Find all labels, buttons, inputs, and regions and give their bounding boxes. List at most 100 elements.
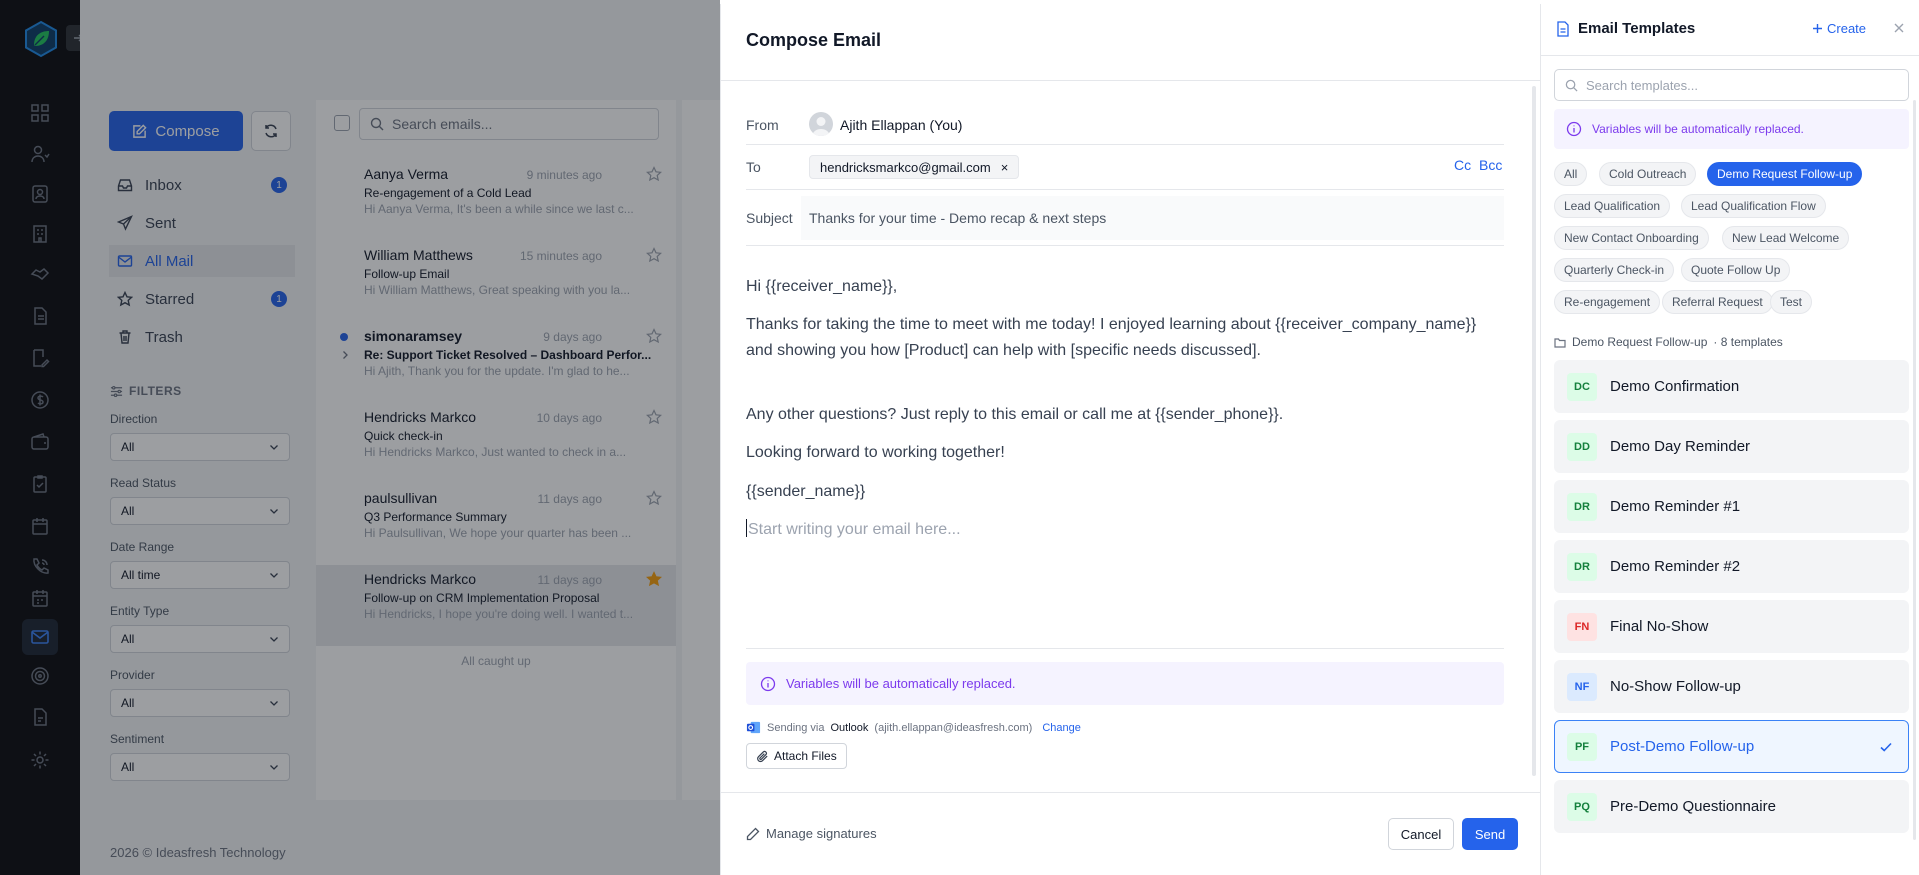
template-initials-badge: DR <box>1567 553 1597 581</box>
cc-button[interactable]: Cc <box>1454 157 1471 173</box>
category-chip-referral-request[interactable]: Referral Request <box>1662 290 1773 314</box>
info-icon <box>1566 121 1582 137</box>
folder-icon <box>1554 337 1566 348</box>
category-chip-quarterly-check-in[interactable]: Quarterly Check-in <box>1554 258 1675 282</box>
breadcrumb-category: Demo Request Follow-up <box>1572 335 1708 349</box>
divider <box>746 245 1504 246</box>
attach-files-label: Attach Files <box>774 749 837 763</box>
pen-icon <box>746 827 760 841</box>
category-chip-new-contact-onboarding[interactable]: New Contact Onboarding <box>1554 226 1709 250</box>
variables-notice-text: Variables will be automatically replaced… <box>786 676 1016 691</box>
template-initials-badge: FN <box>1567 613 1597 641</box>
category-chip-cold-outreach[interactable]: Cold Outreach <box>1599 162 1697 186</box>
cancel-button[interactable]: Cancel <box>1388 818 1454 850</box>
template-card[interactable]: DD Demo Day Reminder <box>1554 420 1909 473</box>
close-icon[interactable] <box>1891 20 1907 36</box>
paperclip-icon <box>756 750 769 763</box>
templates-title-text: Email Templates <box>1578 20 1696 37</box>
category-chip-quote-follow-up[interactable]: Quote Follow Up <box>1681 258 1791 282</box>
outlook-icon <box>746 720 761 735</box>
document-icon <box>1556 20 1570 37</box>
category-chip-lead-qualification-flow[interactable]: Lead Qualification Flow <box>1681 194 1826 218</box>
category-chip-all[interactable]: All <box>1554 162 1588 186</box>
create-template-button[interactable]: Create <box>1812 21 1866 36</box>
to-label: To <box>746 159 761 175</box>
template-card[interactable]: NF No-Show Follow-up <box>1554 660 1909 713</box>
divider <box>746 144 1504 145</box>
breadcrumb-count: · 8 templates <box>1713 335 1783 349</box>
category-chip-lead-qualification[interactable]: Lead Qualification <box>1554 194 1671 218</box>
template-card-selected[interactable]: PF Post-Demo Follow-up <box>1554 720 1909 773</box>
send-button[interactable]: Send <box>1462 818 1518 850</box>
change-sender-link[interactable]: Change <box>1042 722 1081 734</box>
subject-label: Subject <box>746 210 793 226</box>
body-paragraph: Any other questions? Just reply to this … <box>746 406 1284 423</box>
template-variables-text: Variables will be automatically replaced… <box>1592 122 1804 136</box>
category-chip-test[interactable]: Test <box>1770 290 1813 314</box>
subject-input[interactable]: Thanks for your time - Demo recap & next… <box>801 196 1504 240</box>
template-name: Demo Confirmation <box>1610 378 1740 395</box>
templates-panel-title: Email Templates <box>1556 20 1695 37</box>
variables-notice: Variables will be automatically replaced… <box>746 662 1504 705</box>
scrollbar[interactable] <box>1913 100 1916 840</box>
email-templates-panel: Email Templates Create Search templates.… <box>1540 4 1919 875</box>
template-card[interactable]: DC Demo Confirmation <box>1554 360 1909 413</box>
template-initials-badge: PQ <box>1567 793 1597 821</box>
checkmark-icon <box>1878 739 1894 755</box>
divider <box>746 648 1504 649</box>
template-initials-badge: DD <box>1567 433 1597 461</box>
template-name: No-Show Follow-up <box>1610 678 1741 695</box>
template-initials-badge: DC <box>1567 373 1597 401</box>
from-label: From <box>746 117 779 133</box>
body-paragraph: Thanks for taking the time to meet with … <box>746 316 1477 359</box>
category-chip-new-lead-welcome[interactable]: New Lead Welcome <box>1722 226 1850 250</box>
divider <box>721 80 1541 81</box>
template-search-placeholder: Search templates... <box>1586 77 1698 93</box>
template-name: Pre-Demo Questionnaire <box>1610 798 1776 815</box>
search-icon <box>1565 79 1578 92</box>
body-paragraph: Looking forward to working together! <box>746 444 1005 461</box>
recipient-email: hendricksmarkco@gmail.com <box>820 159 991 175</box>
bcc-button[interactable]: Bcc <box>1479 157 1502 173</box>
template-card[interactable]: DR Demo Reminder #1 <box>1554 480 1909 533</box>
sending-prefix: Sending via <box>767 721 825 734</box>
template-name: Final No-Show <box>1610 618 1709 635</box>
template-name: Demo Reminder #1 <box>1610 498 1741 515</box>
body-paragraph: Hi {{receiver_name}}, <box>746 278 898 295</box>
modal-backdrop[interactable] <box>0 0 720 875</box>
remove-recipient-icon[interactable]: × <box>1001 160 1009 175</box>
sending-provider: Outlook <box>830 721 869 734</box>
body-placeholder: Start writing your email here... <box>748 521 961 538</box>
divider <box>721 792 1541 793</box>
category-chip-re-engagement[interactable]: Re-engagement <box>1554 290 1661 314</box>
scrollbar[interactable] <box>1532 86 1536 776</box>
sending-via-info: Sending via Outlook (ajith.ellappan@idea… <box>746 720 1081 735</box>
manage-signatures-label: Manage signatures <box>766 826 877 841</box>
attach-files-button[interactable]: Attach Files <box>746 743 847 769</box>
divider <box>746 189 1504 190</box>
manage-signatures-link[interactable]: Manage signatures <box>746 826 877 841</box>
avatar <box>809 112 833 136</box>
template-name: Post-Demo Follow-up <box>1610 738 1755 755</box>
template-initials-badge: NF <box>1567 673 1597 701</box>
recipient-chip: hendricksmarkco@gmail.com × <box>809 155 1020 179</box>
text-caret <box>746 519 747 537</box>
body-paragraph: {{sender_name}} <box>746 483 866 500</box>
category-chip-demo-request-follow-up[interactable]: Demo Request Follow-up <box>1707 162 1863 186</box>
compose-email-modal: Compose Email From Ajith Ellappan (You) … <box>720 4 1541 875</box>
template-name: Demo Day Reminder <box>1610 438 1751 455</box>
subject-value: Thanks for your time - Demo recap & next… <box>809 210 1107 226</box>
template-card[interactable]: FN Final No-Show <box>1554 600 1909 653</box>
template-card[interactable]: DR Demo Reminder #2 <box>1554 540 1909 593</box>
from-sender[interactable]: Ajith Ellappan (You) <box>840 117 962 133</box>
template-initials-badge: PF <box>1567 733 1597 761</box>
template-variables-notice: Variables will be automatically replaced… <box>1554 109 1909 149</box>
template-initials-badge: DR <box>1567 493 1597 521</box>
template-card[interactable]: PQ Pre-Demo Questionnaire <box>1554 780 1909 833</box>
divider <box>1541 55 1919 56</box>
info-icon <box>760 676 776 692</box>
create-label: Create <box>1827 21 1867 36</box>
template-name: Demo Reminder #2 <box>1610 558 1741 575</box>
template-category-breadcrumb: Demo Request Follow-up · 8 templates <box>1554 335 1783 349</box>
template-search-input[interactable]: Search templates... <box>1554 69 1909 101</box>
